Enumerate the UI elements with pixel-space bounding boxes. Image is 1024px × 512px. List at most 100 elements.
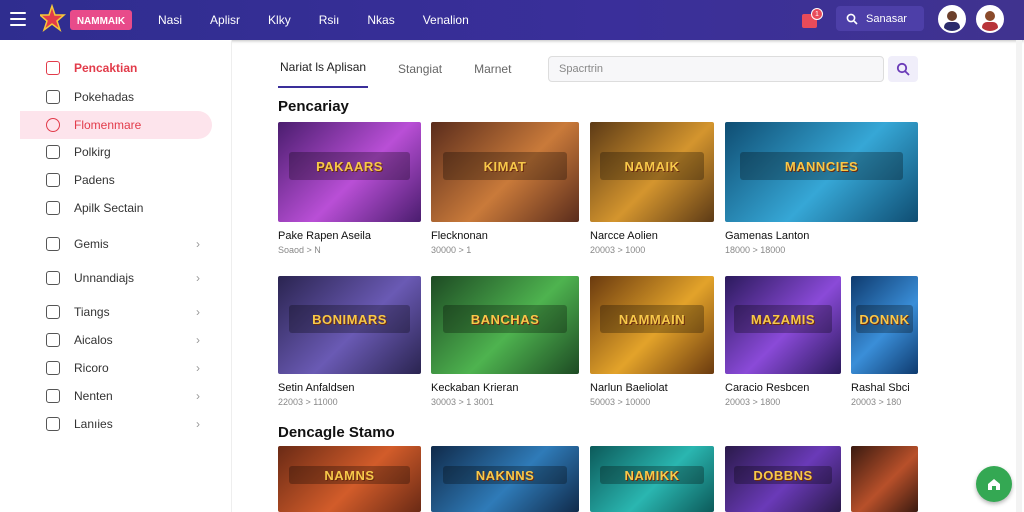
- tab-apps[interactable]: Nariat ls Aplisan: [278, 60, 369, 88]
- nav-item[interactable]: Klky: [268, 13, 291, 27]
- chevron-right-icon: ›: [196, 361, 200, 375]
- nav-item[interactable]: Aplisr: [210, 13, 240, 27]
- game-card[interactable]: KIMAT Flecknonan 30000 > 1: [431, 122, 579, 255]
- game-thumbnail: NAMIKK: [590, 446, 714, 512]
- floating-action-button[interactable]: [976, 466, 1012, 502]
- game-thumbnail: DONNK: [851, 276, 918, 374]
- sidebar-item[interactable]: Flomenmare: [20, 111, 212, 139]
- game-card[interactable]: NAMNS: [278, 446, 421, 512]
- sidebar-item[interactable]: Polkirg: [20, 138, 212, 166]
- sidebar-item-label: Gemis: [74, 237, 109, 251]
- game-thumbnail: NAMNS: [278, 446, 421, 512]
- sidebar-item[interactable]: Ricoro ›: [20, 354, 212, 382]
- chevron-right-icon: ›: [196, 333, 200, 347]
- game-thumbnail: NAKNNS: [431, 446, 579, 512]
- game-meta: 20003 > 1000: [590, 245, 646, 255]
- nav-item[interactable]: Nasi: [158, 13, 182, 27]
- chevron-right-icon: ›: [196, 305, 200, 319]
- sidebar-item-label: Polkirg: [74, 145, 111, 159]
- sidebar-item-label: Padens: [74, 173, 115, 187]
- game-card[interactable]: NAMMAIN Narlun Baeliolat 50003 > 10000: [590, 276, 714, 407]
- game-meta: 50003 > 10000: [590, 397, 651, 407]
- game-card[interactable]: DOBBNS: [725, 446, 841, 512]
- sidebar-item[interactable]: Tiangs ›: [20, 298, 212, 326]
- nav-item[interactable]: Rsiı: [319, 13, 340, 27]
- game-card[interactable]: PAKAARS Pake Rapen Aseila Soaod > N: [278, 122, 421, 255]
- sidebar-item-label: Pokehadas: [74, 90, 135, 104]
- game-card[interactable]: MAZAMIS Caracio Resbcen 20003 > 1800: [725, 276, 841, 407]
- game-thumbnail: MANNCIES: [725, 122, 918, 222]
- top-bar: NAMMAIK Nasi Aplisr Klky Rsiı Nkas Venal…: [0, 0, 1024, 40]
- avatar[interactable]: [938, 5, 966, 33]
- avatar[interactable]: [976, 5, 1004, 33]
- game-logo-text: NAMNS: [289, 465, 410, 485]
- sidebar-item-label: Aicalos: [74, 333, 113, 347]
- chat-icon: [46, 90, 60, 104]
- game-meta: Soaod > N: [278, 245, 321, 255]
- header-search-label: Sanasar: [866, 12, 907, 25]
- menu-icon[interactable]: [10, 12, 26, 26]
- game-title: Narcce Aolien: [590, 230, 658, 242]
- scrollbar[interactable]: [1016, 40, 1022, 512]
- nav-item[interactable]: Venalion: [423, 13, 469, 27]
- bar-icon: [46, 333, 60, 347]
- game-logo-text: BANCHAS: [442, 305, 568, 333]
- game-title: Gamenas Lanton: [725, 230, 810, 242]
- sidebar-item[interactable]: Pokehadas: [20, 83, 212, 111]
- cart-count-badge: 1: [811, 8, 823, 20]
- game-meta: 22003 > 11000: [278, 397, 338, 407]
- sidebar-item[interactable]: Pencaktian: [20, 54, 212, 82]
- game-logo-text: BONIMARS: [289, 305, 410, 333]
- sidebar-item-label: Lanıies: [74, 417, 113, 431]
- box-icon: [46, 389, 60, 403]
- game-logo-text: NAMMAIN: [599, 305, 705, 333]
- game-thumbnail: NAMMAIN: [590, 276, 714, 374]
- search-submit-button[interactable]: [888, 56, 918, 82]
- game-logo-text: NAMAIK: [599, 152, 705, 180]
- sidebar-item[interactable]: Unnandiajs ›: [20, 264, 212, 292]
- game-card[interactable]: BONIMARS Setin Anfaldsen 22003 > 11000: [278, 276, 421, 407]
- header-search-button[interactable]: Sanasar: [836, 6, 924, 31]
- game-meta: 30000 > 1: [431, 245, 472, 255]
- game-card[interactable]: MANNCIES Gamenas Lanton 18000 > 18000: [725, 122, 918, 255]
- tab-stangiat[interactable]: Stangiat: [396, 62, 444, 88]
- sidebar-item-label: Ricoro: [74, 361, 109, 375]
- game-thumbnail: DOBBNS: [725, 446, 841, 512]
- sidebar-item-label: Nenten: [74, 389, 113, 403]
- sidebar: Pencaktian Pokehadas Flomenmare Polkirg Pade…: [0, 40, 232, 512]
- app-logo[interactable]: NAMMAIK: [40, 4, 136, 36]
- sidebar-item[interactable]: Lanıies ›: [20, 410, 212, 438]
- game-card[interactable]: NAKNNS: [431, 446, 579, 512]
- sidebar-item[interactable]: Padens: [20, 166, 212, 194]
- game-card[interactable]: DONNK Rashal Sbci 20003 > 180: [851, 276, 918, 407]
- game-meta: 30003 > 1 3001: [431, 397, 494, 407]
- tab-marnet[interactable]: Marnet: [472, 62, 513, 88]
- sidebar-item-label: Tiangs: [74, 305, 110, 319]
- sidebar-item[interactable]: Apilk Sectain: [20, 194, 212, 222]
- game-title: Narlun Baeliolat: [590, 382, 668, 394]
- list-icon: [46, 145, 60, 159]
- game-card[interactable]: [851, 446, 918, 512]
- nav-item[interactable]: Nkas: [367, 13, 394, 27]
- sidebar-item[interactable]: Gemis ›: [20, 230, 212, 258]
- game-logo-text: DONNK: [856, 305, 913, 333]
- sidebar-item-label: Apilk Sectain: [74, 201, 144, 215]
- search-input[interactable]: Spacrtrin: [548, 56, 884, 82]
- cart-button[interactable]: 1: [800, 8, 823, 30]
- store-icon: [46, 61, 60, 75]
- game-card[interactable]: NAMAIK Narcce Aolien 20003 > 1000: [590, 122, 714, 255]
- chevron-right-icon: ›: [196, 417, 200, 431]
- book-icon: [46, 201, 60, 215]
- grid-icon: [46, 361, 60, 375]
- game-meta: 20003 > 1800: [725, 397, 781, 407]
- game-card[interactable]: BANCHAS Keckaban Krieran 30003 > 1 3001: [431, 276, 579, 407]
- game-thumbnail: BANCHAS: [431, 276, 579, 374]
- game-thumbnail: BONIMARS: [278, 276, 421, 374]
- game-card[interactable]: NAMIKK: [590, 446, 714, 512]
- svg-text:NAMMAIK: NAMMAIK: [77, 16, 126, 27]
- sidebar-item[interactable]: Aicalos ›: [20, 326, 212, 354]
- circle-icon: [46, 271, 60, 285]
- home-icon: [988, 479, 1000, 490]
- sidebar-item[interactable]: Nenten ›: [20, 382, 212, 410]
- gamepad-icon: [46, 237, 60, 251]
